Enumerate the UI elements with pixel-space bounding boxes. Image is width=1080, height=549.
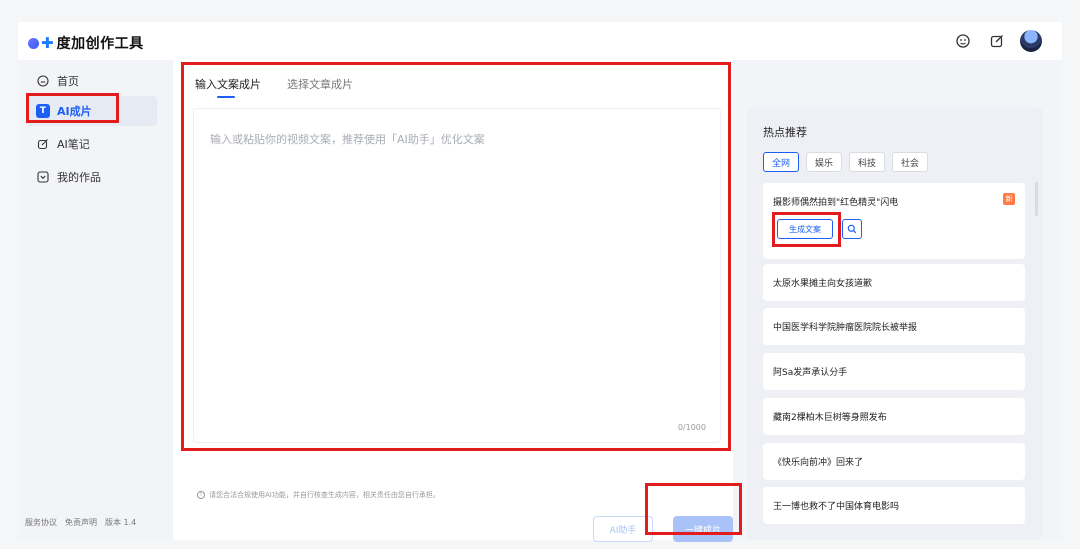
sidebar-item-my-works[interactable]: 我的作品: [26, 162, 157, 192]
header-actions: [952, 30, 1042, 52]
info-icon: !: [197, 491, 205, 499]
sidebar-item-home[interactable]: 首页: [26, 66, 157, 96]
annotation-box-ai-video: [26, 93, 119, 123]
hot-item[interactable]: 《快乐向前冲》回来了: [763, 443, 1025, 480]
hot-item[interactable]: 王一博也救不了中国体育电影吗: [763, 487, 1025, 524]
hot-item[interactable]: 中国医学科学院肿瘤医院院长被举报: [763, 308, 1025, 345]
filter-chip-society[interactable]: 社会: [892, 152, 929, 172]
logo-plus-icon: ✚: [41, 34, 54, 52]
hot-item-title: 太原水果摊主向女孩道歉: [773, 279, 873, 289]
filter-chip-tech[interactable]: 科技: [849, 152, 886, 172]
hot-title: 热点推荐: [763, 126, 807, 139]
hot-item-title: 摄影师偶然拍到"红色精灵"闪电: [773, 198, 899, 208]
hot-item[interactable]: 藏南2棵柏木巨树等身照发布: [763, 398, 1025, 435]
pen-note-icon: [36, 137, 50, 151]
annotation-box-editor: [181, 62, 731, 451]
annotation-box-generate: [772, 212, 841, 247]
filter-chip-all[interactable]: 全网: [763, 152, 800, 172]
hot-filter-chips: 全网 娱乐 科技 社会: [763, 152, 929, 172]
hot-recommend-panel: 热点推荐 全网 娱乐 科技 社会 摄影师偶然拍到"红色精灵"闪电 新 生成文案 …: [747, 107, 1043, 540]
ai-assistant-button[interactable]: AI助手: [593, 516, 653, 542]
hot-item-title: 王一博也救不了中国体育电影吗: [773, 502, 900, 512]
home-icon: [36, 74, 50, 88]
logo-dot-icon: [28, 37, 39, 49]
sidebar: 首页 T AI成片 AI笔记 我的作品 服务协议 免责声明 版本 1.4: [18, 60, 164, 540]
compliance-notice: ! 请您合法合规使用AI功能，并自行核查生成内容，相关责任由您自行承担。: [197, 490, 440, 500]
annotation-box-one-click: [645, 483, 742, 535]
sidebar-item-label: 我的作品: [57, 171, 101, 184]
hot-item-title: 阿Sa发声承认分手: [773, 368, 848, 378]
hot-item-title: 《快乐向前冲》回来了: [773, 458, 864, 468]
edit-icon[interactable]: [986, 30, 1008, 52]
notice-text: 请您合法合规使用AI功能，并自行核查生成内容，相关责任由您自行承担。: [209, 491, 440, 499]
app-logo[interactable]: ✚ 度加创作工具: [28, 33, 144, 53]
hot-item[interactable]: 太原水果摊主向女孩道歉: [763, 264, 1025, 301]
new-badge: 新: [1003, 193, 1015, 205]
sidebar-item-ai-note[interactable]: AI笔记: [26, 129, 157, 159]
filter-chip-entertainment[interactable]: 娱乐: [806, 152, 843, 172]
user-avatar[interactable]: [1020, 30, 1042, 52]
sidebar-item-label: AI笔记: [57, 138, 90, 151]
hot-item-title: 中国医学科学院肿瘤医院院长被举报: [773, 323, 918, 333]
top-header: ✚ 度加创作工具: [18, 22, 1062, 60]
version-label: 版本 1.4: [105, 518, 137, 527]
sidebar-item-label: 首页: [57, 75, 79, 88]
disclaimer-link[interactable]: 免责声明: [65, 517, 97, 528]
terms-link[interactable]: 服务协议: [25, 517, 57, 528]
hot-item-title: 藏南2棵柏木巨树等身照发布: [773, 413, 887, 423]
feedback-icon[interactable]: [952, 30, 974, 52]
sidebar-footer: 服务协议 免责声明 版本 1.4: [25, 517, 136, 528]
hot-item[interactable]: 阿Sa发声承认分手: [763, 353, 1025, 390]
search-icon[interactable]: [842, 219, 862, 239]
hot-list-scrollbar[interactable]: [1035, 182, 1038, 216]
works-icon: [36, 170, 50, 184]
app-title: 度加创作工具: [56, 36, 144, 52]
